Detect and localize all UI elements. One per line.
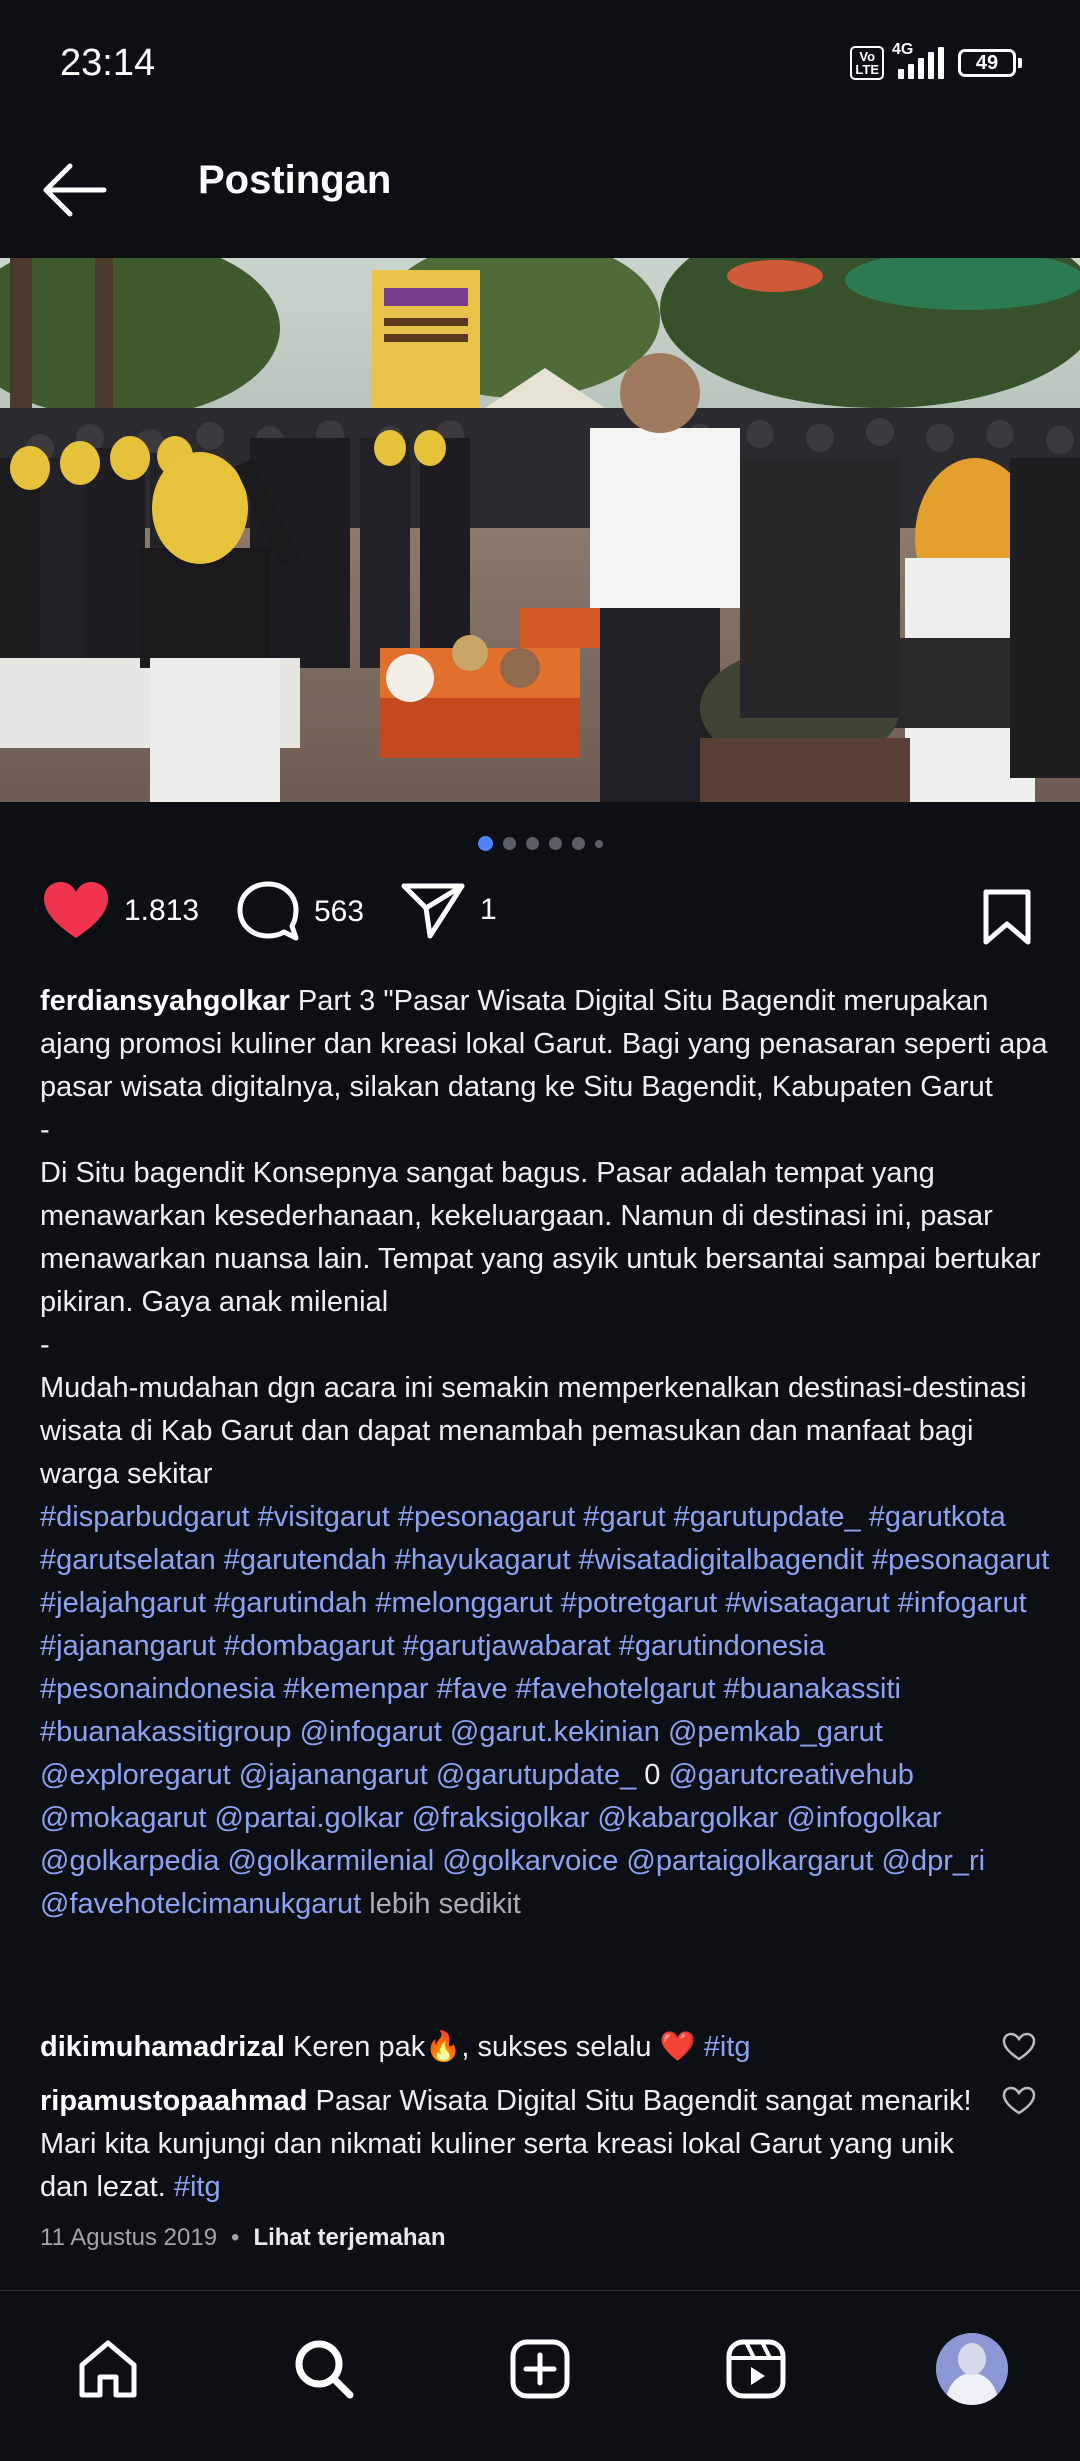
heart-filled-icon[interactable]	[42, 880, 110, 942]
heart-outline-icon	[1002, 2086, 1036, 2115]
carousel-dot	[548, 837, 562, 850]
post-meta: 11 Agustus 2019 • Lihat terjemahan	[40, 2224, 446, 2252]
post-date: 11 Agustus 2019	[40, 2224, 218, 2251]
likes-count[interactable]: 1.813	[124, 894, 199, 928]
post-image[interactable]	[0, 258, 1080, 802]
comment-hashtag[interactable]: #itg	[174, 2171, 221, 2203]
volte-icon: Vo LTE	[850, 46, 884, 80]
send-paper-plane-icon[interactable]	[400, 880, 466, 940]
status-icons: Vo LTE 4G 49	[850, 41, 1022, 80]
carousel-dot-active	[477, 836, 493, 851]
caption-hashtags[interactable]: #disparbudgarut #visitgarut #pesonagarut…	[40, 1501, 1057, 1791]
caption-username[interactable]: ferdiansyahgolkar	[40, 985, 290, 1017]
carousel-dot	[594, 839, 603, 848]
create-post-icon	[510, 2339, 570, 2399]
carousel-dot	[571, 837, 585, 850]
back-button[interactable]	[40, 158, 110, 222]
battery-icon: 49	[958, 49, 1022, 77]
comment-text: Keren pak🔥, sukses selalu ❤️	[284, 2031, 704, 2063]
comment-username[interactable]: dikimuhamadrizal	[40, 2031, 285, 2063]
nav-search[interactable]	[284, 2329, 364, 2409]
comment-action[interactable]: 563	[236, 880, 364, 944]
nav-reels[interactable]	[716, 2329, 796, 2409]
post-header: Postingan	[0, 130, 1080, 250]
post-actions: 1.813 563 1	[0, 880, 1080, 960]
page-title: Postingan	[198, 158, 392, 202]
caption-text: Part 3 "Pasar Wisata Digital Situ Bagend…	[40, 985, 1048, 1490]
carousel-indicator	[0, 836, 1080, 851]
carousel-dot	[525, 837, 539, 850]
bottom-navigation	[0, 2290, 1080, 2461]
show-less-link[interactable]: lebih sedikit	[361, 1888, 521, 1920]
signal-icon: 4G	[892, 41, 944, 79]
comment-bubble-icon[interactable]	[236, 880, 300, 944]
comment-hashtag[interactable]: #itg	[704, 2031, 751, 2063]
carousel-dot	[502, 837, 516, 850]
battery-level: 49	[958, 49, 1016, 77]
caption-plain: 0	[636, 1759, 669, 1791]
nav-create[interactable]	[500, 2329, 580, 2409]
nav-profile[interactable]	[932, 2329, 1012, 2409]
save-button[interactable]	[982, 888, 1032, 951]
comment-like-button[interactable]	[1002, 2086, 1036, 2121]
post-caption: ferdiansyahgolkar Part 3 "Pasar Wisata D…	[40, 980, 1050, 1926]
status-bar: 23:14 Vo LTE 4G 49	[0, 0, 1080, 130]
comment-username[interactable]: ripamustopaahmad	[40, 2085, 308, 2117]
see-translation-link[interactable]: Lihat terjemahan	[253, 2224, 445, 2252]
meta-separator: •	[231, 2224, 240, 2251]
bookmark-icon	[983, 889, 1031, 945]
share-action[interactable]: 1	[400, 880, 497, 940]
status-time: 23:14	[60, 42, 156, 84]
comment-item: ripamustopaahmad Pasar Wisata Digital Si…	[40, 2080, 1000, 2209]
reels-icon	[726, 2339, 786, 2399]
home-icon	[79, 2340, 137, 2398]
comment-like-button[interactable]	[1002, 2032, 1036, 2067]
shares-count: 1	[480, 893, 497, 926]
like-action: 1.813	[42, 880, 199, 942]
nav-home[interactable]	[68, 2329, 148, 2409]
comments-count: 563	[314, 895, 365, 928]
network-type-label: 4G	[892, 41, 914, 58]
heart-outline-icon	[1002, 2032, 1036, 2061]
search-icon	[295, 2340, 354, 2399]
back-arrow-icon	[43, 163, 107, 217]
comment-item: dikimuhamadrizal Keren pak🔥, sukses sela…	[40, 2026, 1000, 2069]
profile-avatar	[936, 2333, 1008, 2405]
